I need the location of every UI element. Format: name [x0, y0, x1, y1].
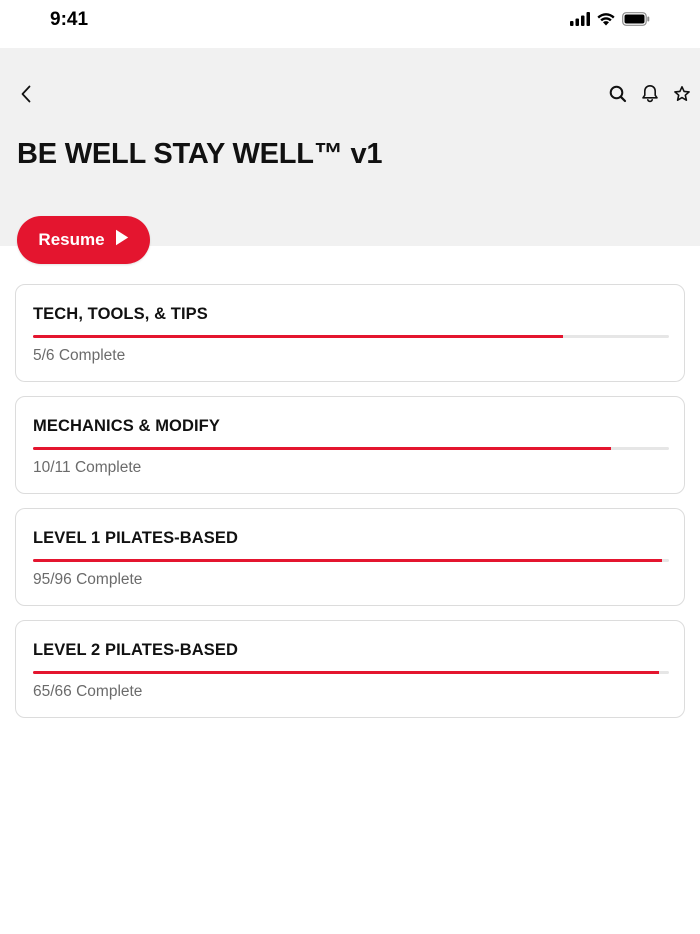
resume-button[interactable]: Resume [17, 216, 150, 264]
course-progress-text: 95/96 Complete [33, 571, 143, 588]
page-title: BE WELL STAY WELL™ v1 [17, 138, 383, 170]
progress-fill [33, 335, 563, 338]
course-card[interactable]: MECHANICS & MODIFY 10/11 Complete [15, 396, 685, 494]
wifi-icon [596, 12, 616, 31]
resume-label: Resume [38, 230, 105, 249]
signal-icon [570, 12, 590, 31]
course-list: TECH, TOOLS, & TIPS 5/6 Complete MECHANI… [15, 284, 685, 732]
progress-fill [33, 559, 663, 562]
progress-bar [33, 447, 669, 450]
search-button[interactable] [606, 84, 630, 108]
course-progress-text: 10/11 Complete [33, 459, 142, 476]
course-card[interactable]: TECH, TOOLS, & TIPS 5/6 Complete [15, 284, 685, 382]
star-icon [673, 85, 691, 108]
course-title: MECHANICS & MODIFY [33, 417, 220, 435]
status-icons [570, 12, 650, 31]
notifications-button[interactable] [638, 84, 662, 108]
play-icon [115, 229, 129, 251]
course-card[interactable]: LEVEL 1 PILATES-BASED 95/96 Complete [15, 508, 685, 606]
course-title: LEVEL 2 PILATES-BASED [33, 641, 239, 659]
favorite-button[interactable] [670, 84, 694, 108]
course-card[interactable]: LEVEL 2 PILATES-BASED 65/66 Complete [15, 620, 685, 718]
course-progress-text: 5/6 Complete [33, 347, 126, 364]
course-title: LEVEL 1 PILATES-BASED [33, 529, 239, 547]
progress-fill [33, 447, 612, 450]
header-actions [606, 84, 694, 108]
progress-bar [33, 335, 669, 338]
course-title: TECH, TOOLS, & TIPS [33, 305, 208, 323]
back-button[interactable] [14, 84, 38, 108]
progress-fill [33, 671, 660, 674]
course-progress-text: 65/66 Complete [33, 683, 143, 700]
search-icon [609, 85, 627, 108]
battery-icon [622, 12, 650, 31]
progress-bar [33, 559, 669, 562]
chevron-left-icon [20, 85, 32, 108]
status-time: 9:41 [50, 9, 89, 30]
progress-bar [33, 671, 669, 674]
bell-icon [641, 84, 659, 108]
status-bar: 9:41 [0, 0, 700, 48]
